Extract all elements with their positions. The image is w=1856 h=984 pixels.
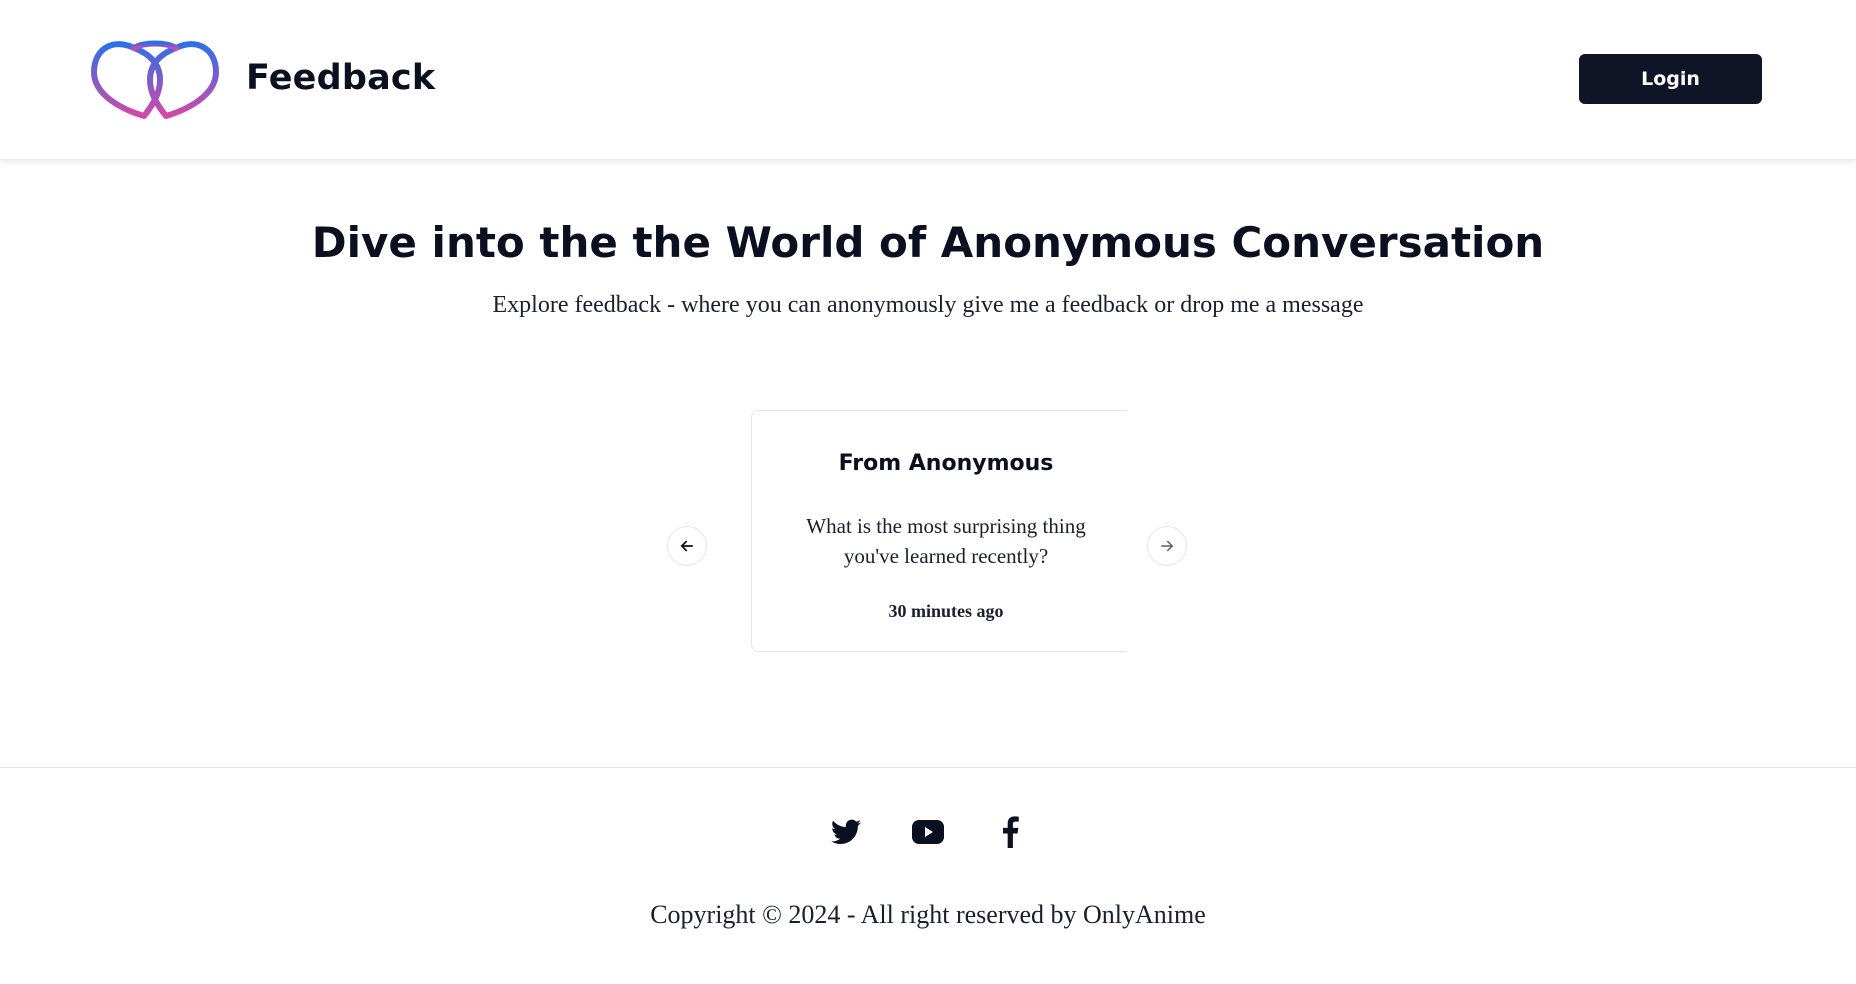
facebook-link[interactable] [994,816,1026,848]
facebook-icon [1003,816,1019,848]
arrow-left-icon [680,540,694,552]
hero-subtitle: Explore feedback - where you can anonymo… [492,292,1364,318]
carousel-next-button[interactable] [1147,526,1187,566]
message-card: From Anonymous What is the most surprisi… [751,410,1127,652]
card-title: From Anonymous [838,451,1054,476]
arrow-right-icon [1161,540,1173,552]
login-button[interactable]: Login [1579,54,1762,104]
twitter-icon [831,819,861,844]
site-header: Feedback Login [0,0,1856,160]
message-carousel: From Anonymous What is the most surprisi… [660,405,1200,655]
intertwined-hearts-logo-icon [91,40,219,119]
card-timestamp: 30 minutes ago [888,601,1004,621]
copyright-text: Copyright © 2024 - All right reserved by… [650,900,1206,929]
twitter-link[interactable] [830,816,862,848]
brand-link[interactable]: Feedback [90,36,435,120]
brand-name: Feedback [246,58,436,98]
social-links [0,816,1856,848]
site-footer: Copyright © 2024 - All right reserved by… [0,767,1856,984]
carousel-viewport: From Anonymous What is the most surprisi… [751,410,1127,657]
carousel-prev-button[interactable] [667,526,707,566]
youtube-icon [912,820,944,844]
card-message: What is the most surprising thing you've… [806,514,1086,568]
youtube-link[interactable] [912,816,944,848]
hero-title: Dive into the the World of Anonymous Con… [311,218,1545,267]
